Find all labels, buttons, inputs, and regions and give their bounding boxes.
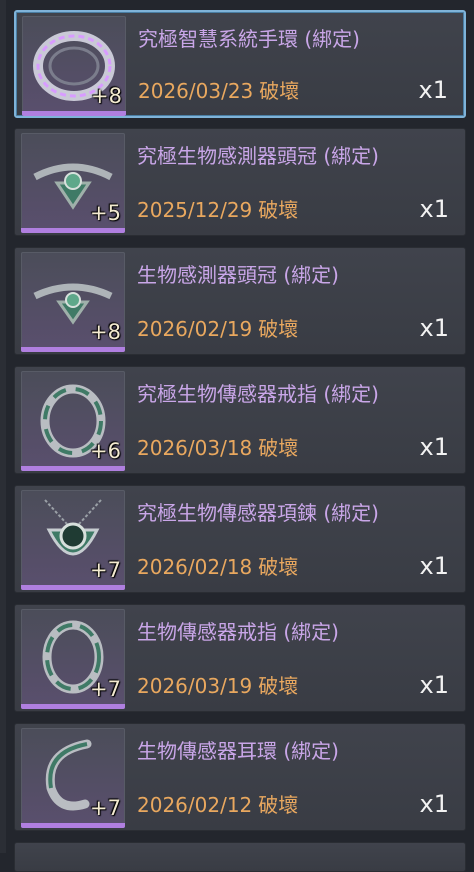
- enhance-level: +7: [90, 796, 121, 820]
- item-quantity: x1: [419, 314, 449, 342]
- list-item[interactable]: +7 生物傳感器戒指 (綁定) 2026/03/19 破壞 x1: [14, 604, 466, 712]
- item-name: 生物感測器頭冠 (綁定): [137, 263, 339, 287]
- rarity-bar: [21, 823, 125, 828]
- rarity-bar: [21, 228, 125, 233]
- destroy-info: 2026/02/19 破壞: [137, 313, 298, 342]
- rarity-bar: [21, 585, 125, 590]
- destroy-date: 2026/03/18: [137, 436, 253, 460]
- list-item-partial[interactable]: [14, 842, 466, 872]
- list-item[interactable]: +6 究極生物傳感器戒指 (綁定) 2026/03/18 破壞 x1: [14, 366, 466, 474]
- rarity-bar: [21, 466, 125, 471]
- item-quantity: x1: [419, 790, 449, 818]
- item-thumbnail: +7: [21, 490, 125, 590]
- item-thumbnail: +5: [21, 133, 125, 233]
- destroy-info: 2026/02/12 破壞: [137, 789, 298, 818]
- destroy-status: 破壞: [258, 317, 299, 341]
- item-name: 究極生物傳感器戒指 (綁定): [137, 382, 379, 406]
- item-thumbnail: +7: [21, 728, 125, 828]
- list-item[interactable]: +7 生物傳感器耳環 (綁定) 2026/02/12 破壞 x1: [14, 723, 466, 831]
- enhance-level: +7: [90, 558, 121, 582]
- item-thumbnail: +8: [21, 252, 125, 352]
- item-thumbnail: +6: [21, 371, 125, 471]
- item-quantity: x1: [419, 671, 449, 699]
- destroy-date: 2025/12/29: [137, 198, 253, 222]
- destroy-date: 2026/02/18: [137, 555, 253, 579]
- destroy-info: 2026/03/23 破壞: [138, 75, 299, 104]
- item-name: 生物傳感器戒指 (綁定): [137, 620, 339, 644]
- destroy-status: 破壞: [258, 436, 299, 460]
- destroy-status: 破壞: [258, 198, 299, 222]
- rarity-bar: [21, 704, 125, 709]
- list-left-rail: [0, 0, 6, 853]
- item-name: 生物傳感器耳環 (綁定): [137, 739, 339, 763]
- item-name: 究極生物傳感器項鍊 (綁定): [137, 501, 379, 525]
- enhance-level: +8: [90, 320, 121, 344]
- destroy-info: 2026/03/18 破壞: [137, 432, 298, 461]
- destroy-info: 2026/02/18 破壞: [137, 551, 298, 580]
- enhance-level: +8: [91, 84, 122, 108]
- item-quantity: x1: [419, 552, 449, 580]
- destroy-status: 破壞: [259, 79, 300, 103]
- destroy-status: 破壞: [258, 555, 299, 579]
- list-item[interactable]: +8 生物感測器頭冠 (綁定) 2026/02/19 破壞 x1: [14, 247, 466, 355]
- destroy-status: 破壞: [258, 793, 299, 817]
- item-name: 究極生物感測器頭冠 (綁定): [137, 144, 379, 168]
- item-thumbnail: +8: [22, 16, 126, 116]
- enhance-level: +7: [90, 677, 121, 701]
- enhance-level: +5: [90, 201, 121, 225]
- enhance-level: +6: [90, 439, 121, 463]
- destroy-info: 2025/12/29 破壞: [137, 194, 298, 223]
- destroy-date: 2026/02/12: [137, 793, 253, 817]
- destroy-date: 2026/02/19: [137, 317, 253, 341]
- item-quantity: x1: [418, 76, 448, 104]
- destroy-date: 2026/03/19: [137, 674, 253, 698]
- destroyed-items-list: +8 究極智慧系統手環 (綁定) 2026/03/23 破壞 x1 +5 究極生物…: [0, 0, 474, 872]
- item-quantity: x1: [419, 433, 449, 461]
- rarity-bar: [21, 347, 125, 352]
- destroy-date: 2026/03/23: [138, 79, 254, 103]
- destroy-info: 2026/03/19 破壞: [137, 670, 298, 699]
- list-item[interactable]: +5 究極生物感測器頭冠 (綁定) 2025/12/29 破壞 x1: [14, 128, 466, 236]
- rarity-bar: [22, 111, 126, 116]
- item-quantity: x1: [419, 195, 449, 223]
- destroy-status: 破壞: [258, 674, 299, 698]
- list-item[interactable]: +7 究極生物傳感器項鍊 (綁定) 2026/02/18 破壞 x1: [14, 485, 466, 593]
- list-item[interactable]: +8 究極智慧系統手環 (綁定) 2026/03/23 破壞 x1: [14, 10, 466, 118]
- item-name: 究極智慧系統手環 (綁定): [138, 27, 360, 51]
- item-thumbnail: +7: [21, 609, 125, 709]
